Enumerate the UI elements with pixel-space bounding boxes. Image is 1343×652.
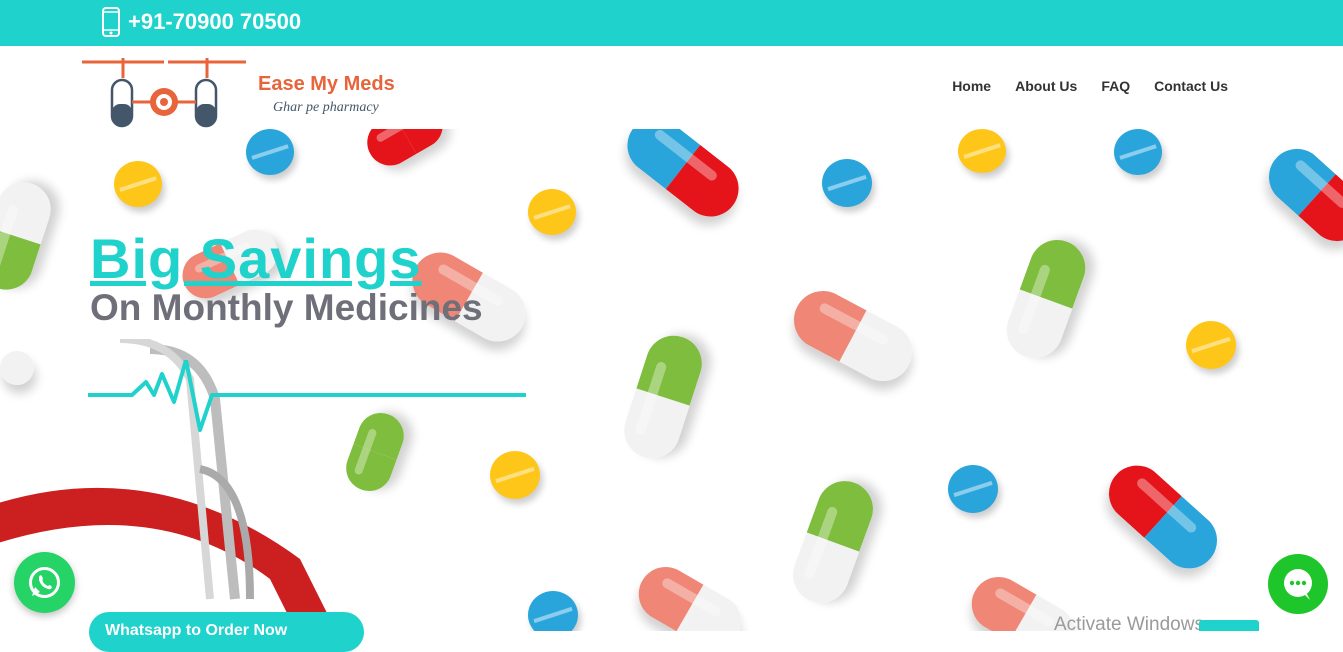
whatsapp-order-button[interactable]: Whatsapp to Order Now xyxy=(89,612,364,652)
capsule-pill xyxy=(1257,137,1343,253)
nav-item-home[interactable]: Home xyxy=(952,78,991,94)
nav-item-faq[interactable]: FAQ xyxy=(1101,78,1130,94)
capsule-pill xyxy=(0,175,58,297)
scroll-top-tab[interactable] xyxy=(1199,620,1259,631)
tablet xyxy=(528,591,578,631)
activate-windows-watermark: Activate Windows xyxy=(1054,614,1204,635)
tablet xyxy=(958,129,1006,173)
capsule-pill xyxy=(998,232,1094,366)
main-nav: Home About Us FAQ Contact Us xyxy=(952,78,1228,94)
capsule-pill xyxy=(0,348,37,388)
tablet xyxy=(490,451,540,499)
brand-tagline: Ghar pe pharmacy xyxy=(273,100,379,115)
capsule-pill xyxy=(358,129,452,174)
tablet xyxy=(528,189,576,235)
tablet xyxy=(822,159,872,207)
live-chat-button[interactable] xyxy=(1268,554,1328,614)
brand-name: Ease My Meds xyxy=(258,73,395,95)
capsule-pill xyxy=(628,557,752,631)
capsule-pill xyxy=(785,473,881,611)
phone-contact[interactable]: +91-70900 70500 xyxy=(102,6,301,38)
tablet xyxy=(114,161,162,207)
hero-subline: On Monthly Medicines xyxy=(90,287,483,328)
whatsapp-icon xyxy=(29,567,60,598)
tablet xyxy=(1114,129,1162,175)
heartbeat-line xyxy=(88,360,526,432)
top-bar: +91-70900 70500 xyxy=(0,0,1343,46)
capsule-pill xyxy=(616,129,750,228)
capsule-pill xyxy=(616,328,710,466)
hero-headline[interactable]: Big Savings xyxy=(90,226,422,291)
phone-number[interactable]: +91-70900 70500 xyxy=(128,9,301,35)
chat-icon xyxy=(1284,569,1312,600)
nav-item-contact-us[interactable]: Contact Us xyxy=(1154,78,1228,94)
capsule-pill xyxy=(1097,454,1229,580)
tablet xyxy=(246,129,294,175)
whatsapp-button[interactable] xyxy=(14,552,75,613)
tablet xyxy=(1186,321,1236,369)
tablet xyxy=(948,465,998,513)
capsule-pill xyxy=(783,280,923,392)
phone-icon xyxy=(102,7,120,37)
nav-item-about-us[interactable]: About Us xyxy=(1015,78,1077,94)
